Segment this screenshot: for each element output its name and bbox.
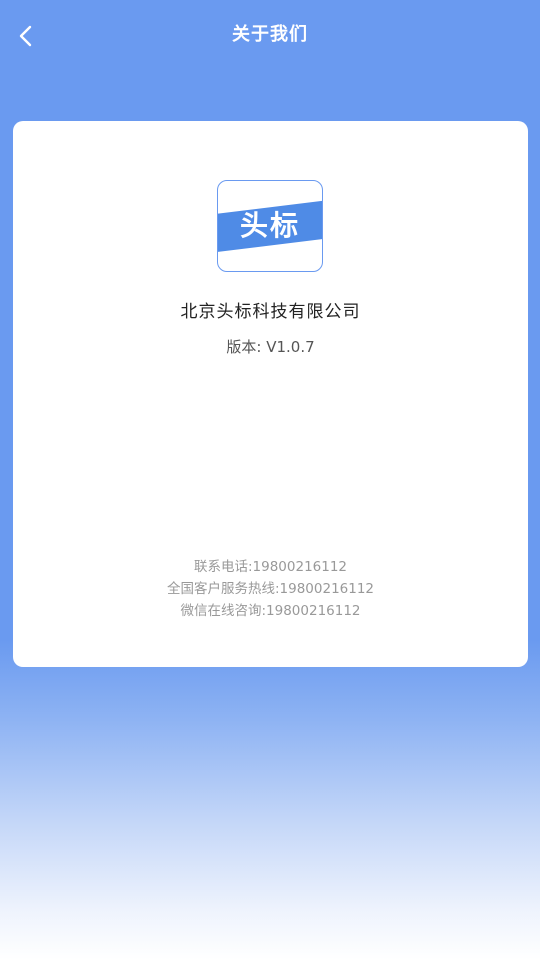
app-logo: 头标 <box>217 180 323 272</box>
contact-phone: 联系电话:19800216112 <box>193 559 348 575</box>
page-title: 关于我们 <box>232 24 308 45</box>
version-text: 版本: V1.0.7 <box>226 338 315 356</box>
logo-text: 头标 <box>239 209 300 242</box>
contact-wechat: 微信在线咨询:19800216112 <box>180 603 361 619</box>
contact-info: 联系电话:19800216112 全国客户服务热线:19800216112 微信… <box>13 556 528 622</box>
about-card: 头标 北京头标科技有限公司 版本: V1.0.7 联系电话:1980021611… <box>13 121 528 667</box>
company-name: 北京头标科技有限公司 <box>180 302 361 322</box>
top-bar: 关于我们 <box>0 0 540 68</box>
contact-hotline: 全国客户服务热线:19800216112 <box>166 581 375 597</box>
